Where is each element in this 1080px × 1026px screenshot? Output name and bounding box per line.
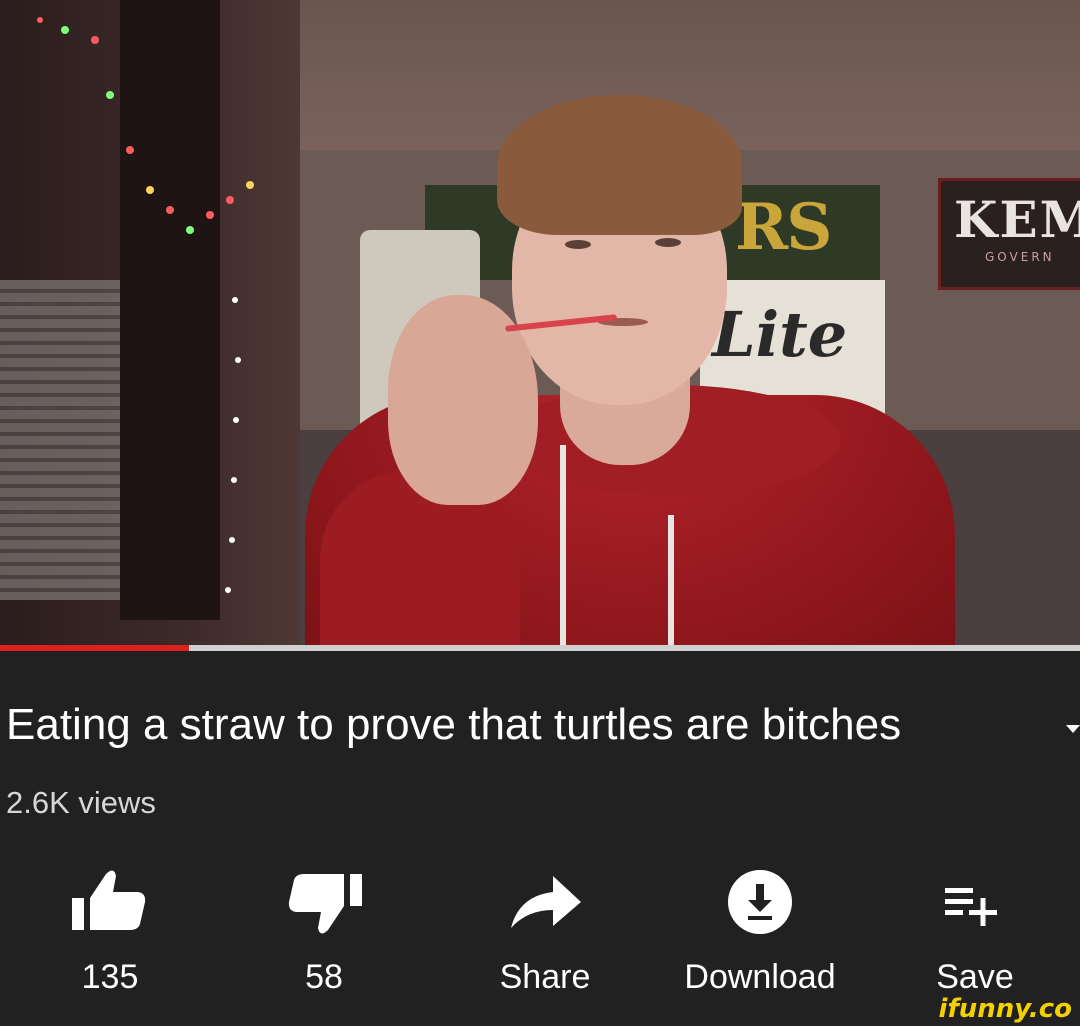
save-label: Save [936, 958, 1014, 996]
thumbs-up-icon [72, 870, 146, 930]
video-player[interactable]: RS Lite KEM GOVERN [0, 0, 1080, 648]
person-eye-right [655, 238, 681, 247]
ifunny-watermark: ifunny.co [938, 994, 1072, 1024]
share-button[interactable]: Share [490, 862, 600, 997]
save-button[interactable]: Save [920, 862, 1030, 997]
like-count: 135 [81, 958, 139, 996]
person-eye-left [565, 240, 591, 249]
scene-sign-text: KEM [954, 190, 1080, 249]
dislike-button[interactable]: 58 [284, 862, 364, 997]
video-progress-bar[interactable] [0, 645, 1080, 651]
save-playlist-icon [945, 888, 997, 926]
view-count: 2.6K views [6, 785, 156, 820]
video-progress-played [0, 645, 189, 651]
download-button[interactable]: Download [665, 862, 855, 997]
hoodie-string-left [560, 445, 566, 648]
hoodie-string-right [668, 515, 674, 648]
scene-banner-text: RS [735, 190, 832, 265]
string-lights [37, 17, 254, 593]
download-icon [728, 870, 792, 934]
dislike-count: 58 [305, 958, 343, 996]
download-label: Download [684, 958, 836, 996]
scene-sign-subtext: GOVERN [985, 250, 1055, 264]
share-icon [511, 876, 581, 928]
scene-lite-text: Lite [712, 298, 848, 371]
video-title: Eating a straw to prove that turtles are… [6, 700, 902, 749]
like-button[interactable]: 135 [70, 862, 150, 997]
thumbs-down-icon [288, 874, 362, 934]
expand-description-icon[interactable] [1066, 725, 1080, 733]
share-label: Share [499, 958, 591, 996]
person-hair [497, 95, 742, 235]
